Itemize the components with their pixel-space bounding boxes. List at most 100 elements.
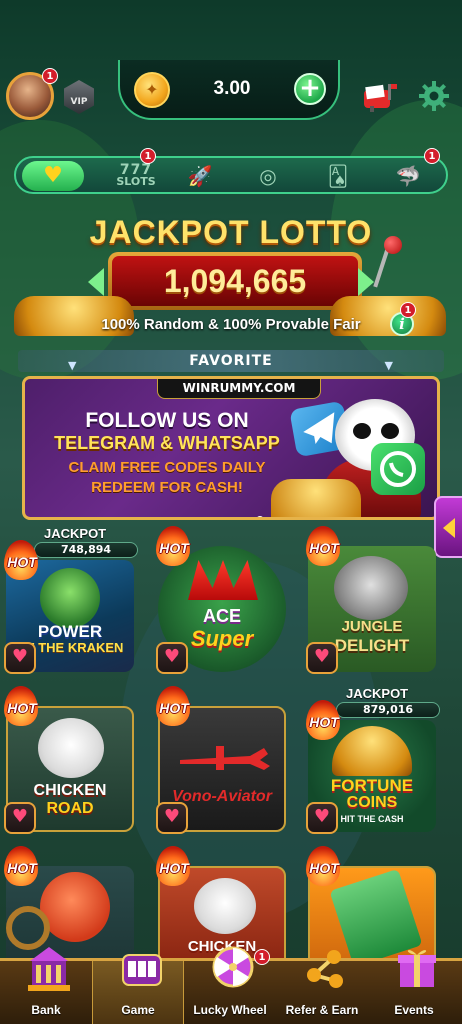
tab-fishing[interactable]: 🦈 [386,161,430,191]
slot-machine-icon [122,954,162,986]
lemur-illustration [334,556,408,620]
tab-crash[interactable]: 🚀 [180,161,220,191]
game-tile-jungle-delight[interactable]: JUNGLE DELIGHT HOT ♥ [302,526,438,674]
nav-refer-earn[interactable]: Refer & Earn [276,950,368,1024]
jackpot-value: 879,016 [336,702,440,718]
tab-favorite[interactable]: ♥ [22,161,84,191]
coin-icon: ✦ [134,72,170,108]
category-tabs: ♥ 777 SLOTS 1 🚀 ◎ 🂡 🦈 1 [14,148,448,194]
tab-slots[interactable]: 777 SLOTS [108,161,164,191]
hot-badge: HOT [152,846,194,888]
jester-hat-illustration [188,560,258,600]
favorite-section-header: ▼ FAVORITE ▼ [18,350,444,372]
carousel-dot[interactable] [196,518,202,520]
mailbox-icon[interactable] [362,80,398,112]
top-bar: 1 VIP ✦ 3.00 + [0,56,462,132]
game-title: ACE [202,606,241,626]
lever-knob-icon [384,236,402,254]
carousel-dot[interactable] [232,518,238,520]
game-tile-ace-super[interactable]: ACE Super HOT ♥ [152,526,288,674]
banner-line-4: REDEEM FOR CASH! [91,479,243,496]
hot-badge: HOT [302,526,344,568]
chicken-illustration [194,878,256,934]
banner-line-1: FOLLOW US ON [85,409,249,432]
nav-bank[interactable]: Bank [0,947,92,1024]
favorite-heart-icon[interactable]: ♥ [156,642,188,674]
carousel-dot-active[interactable] [256,516,264,517]
jackpot-amount: 1,094,665 [112,256,358,306]
hot-badge: HOT [152,686,194,728]
nav-label: Lucky Wheel [193,1003,267,1017]
game-title: FORTUNE [330,776,414,795]
fishing-badge: 1 [424,148,440,164]
carousel-dots [193,509,267,520]
octopus-illustration [40,872,110,942]
notification-badge: 1 [42,68,58,84]
coins-illustration [332,726,412,776]
arrow-right-icon [358,268,374,296]
favorite-heart-icon[interactable]: ♥ [156,802,188,834]
triangle-down-icon: ▼ [68,359,78,372]
side-drawer-toggle[interactable] [434,496,462,558]
game-tile-chicken-road[interactable]: CHICKEN ROAD HOT ♥ [0,686,136,834]
game-title: JUNGLE [341,618,403,635]
hot-badge: HOT [152,526,194,568]
nav-events[interactable]: Events [368,950,460,1024]
banner-brand: WINRUMMY.COM [157,379,321,399]
gift-icon [398,950,436,987]
nav-game[interactable]: Game [92,954,184,1024]
vip-label: VIP [70,97,88,107]
nav-lucky-wheel[interactable]: 1 Lucky Wheel [184,946,276,1024]
info-badge: 1 [400,302,416,318]
heart-icon: ♥ [43,163,63,188]
slots-badge: 1 [140,148,156,164]
jackpot-value: 748,894 [34,542,138,558]
nav-label: Game [121,1003,155,1017]
favorite-heart-icon[interactable]: ♥ [4,802,36,834]
airplane-icon [180,746,270,770]
nav-label: Events [394,1003,434,1017]
tab-cards[interactable]: 🂡 [316,161,360,191]
game-tile-power-of-the-kraken[interactable]: JACKPOT 748,894 POWER OF THE KRAKEN HOT … [0,526,138,674]
bank-icon [28,947,70,991]
lucky-wheel-badge: 1 [254,949,270,965]
banner-line-2: TELEGRAM & WHATSAPP [54,433,280,453]
favorite-heart-icon[interactable]: ♥ [306,642,338,674]
hot-badge: HOT [302,846,344,888]
cards-icon: 🂡 [327,164,349,188]
hot-badge: HOT [302,700,344,742]
banner-coins-illustration [271,479,361,517]
chicken-illustration [38,718,104,778]
gear-icon[interactable] [418,80,450,112]
tab-table[interactable]: ◎ [246,161,290,191]
favorite-label: FAVORITE [189,353,273,369]
carousel-dot[interactable] [220,518,226,520]
game-tile-vono-aviator[interactable]: Vono-Aviator HOT ♥ [152,686,288,834]
triangle-down-icon: ▼ [384,359,394,372]
bottom-navigation: Bank Game 1 Lucky Wheel Refer & Earn Eve… [0,946,462,1024]
carousel-dot[interactable] [208,518,214,520]
favorite-heart-icon[interactable]: ♥ [4,642,36,674]
share-icon [307,950,343,988]
game-title: CHICKEN [33,782,107,799]
add-balance-button[interactable]: + [294,73,326,105]
nav-label: Bank [31,1003,61,1017]
balance-panel: ✦ 3.00 + [118,60,340,120]
nav-label: Refer & Earn [285,1003,359,1017]
hot-badge: HOT [0,686,42,728]
vip-icon[interactable]: VIP [64,80,94,114]
slots-label: SLOTS [116,175,156,188]
game-tile-fortune-coins[interactable]: JACKPOT 879,016 FORTUNE COINS HIT THE CA… [302,686,440,834]
arrow-left-icon [88,268,104,296]
wheel-icon [212,946,254,988]
rocket-icon: 🚀 [187,164,213,188]
balance-amount: 3.00 [213,78,251,99]
favorite-heart-icon[interactable]: ♥ [306,802,338,834]
roulette-icon: ◎ [259,164,277,188]
hot-badge: HOT [0,540,42,582]
carousel-dot[interactable] [244,518,250,520]
whatsapp-icon [371,443,425,495]
promo-banner[interactable]: WINRUMMY.COM FOLLOW US ON TELEGRAM & WHA… [22,376,440,520]
kraken-illustration [40,568,100,628]
jackpot-label: JACKPOT [44,526,107,541]
